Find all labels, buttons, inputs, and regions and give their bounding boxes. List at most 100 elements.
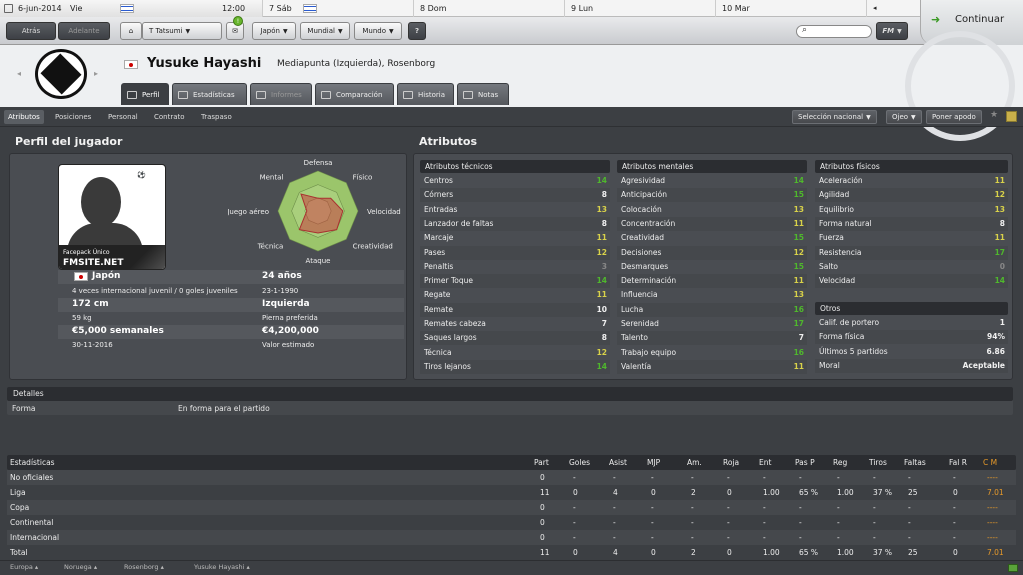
stats-header-cell[interactable]: Part [534,455,549,470]
prev-club-icon[interactable]: ◂ [17,69,21,78]
attribute-row[interactable]: Técnica 12 [420,346,610,360]
nation-name[interactable]: Japón [92,271,120,281]
stats-header-cell[interactable]: Goles [569,455,590,470]
status-icon[interactable] [1008,564,1018,572]
day-cell[interactable]: 7 Sáb [263,0,414,17]
attribute-row[interactable]: Centros 14 [420,174,610,188]
breadcrumb-club[interactable]: Rosenborg ▴ [124,563,164,571]
attribute-row[interactable]: Equilibrio 13 [815,203,1008,217]
national-selection-button[interactable]: Selección nacional ▼ [792,110,877,124]
attribute-row[interactable]: Decisiones 12 [617,245,807,260]
attribute-row[interactable]: Talento 7 [617,331,807,346]
attribute-row[interactable]: Desmarques 15 [617,260,807,274]
attribute-row[interactable]: Agresividad 14 [617,174,807,188]
subnav-personal[interactable]: Personal [104,110,142,124]
attribute-row[interactable]: Aceleración 11 [815,174,1008,188]
forward-button[interactable]: Adelante [58,22,110,40]
attribute-row[interactable]: Calif. de portero 1 [815,316,1008,330]
table-row[interactable]: Internacional 0- - - - - - - - - - - ---- [7,530,1016,545]
fm-menu-button[interactable]: FM ▼ [876,22,908,40]
attribute-row[interactable]: Marcaje 11 [420,231,610,245]
attribute-row[interactable]: Resistencia 17 [815,245,1008,260]
attribute-row[interactable]: Córners 8 [420,188,610,203]
attribute-row[interactable]: Fuerza 11 [815,231,1008,245]
day-cell[interactable]: 10 Mar ◂ ● ▸ [716,0,879,46]
tab-notes[interactable]: Notas [457,83,509,105]
tab-comparison[interactable]: Comparación [315,83,394,105]
attribute-row[interactable]: Forma natural 8 [815,216,1008,231]
attribute-row[interactable]: Penaltis 3 [420,260,610,274]
stats-header-cell[interactable]: Ent [759,455,771,470]
stats-header-cell[interactable]: Am. [687,455,702,470]
attribute-row[interactable]: Valentía 11 [617,359,807,374]
back-button[interactable]: Atrás [6,22,56,40]
attribute-row[interactable]: Entradas 13 [420,203,610,217]
attribute-row[interactable]: Últimos 5 partidos 6.86 [815,345,1008,359]
star-icon[interactable]: ★ [990,110,998,120]
attribute-row[interactable]: Moral Aceptable [815,358,1008,373]
attribute-row[interactable]: Remate 10 [420,302,610,317]
attribute-row[interactable]: Regate 11 [420,288,610,302]
breadcrumb-norway[interactable]: Noruega ▴ [64,563,97,571]
attribute-row[interactable]: Trabajo equipo 16 [617,346,807,360]
subnav-contract[interactable]: Contrato [150,110,189,124]
attribute-row[interactable]: Primer Toque 14 [420,274,610,289]
inbox-button[interactable]: ! ✉ [226,16,244,40]
stats-header-cell[interactable]: Faltas [904,455,926,470]
home-button[interactable]: ⌂ [120,22,142,40]
subnav-transfer[interactable]: Traspaso [197,110,236,124]
tab-profile[interactable]: Perfil [121,83,169,105]
world-cup-menu[interactable]: Mundial ▼ [300,22,350,40]
attribute-row[interactable]: Influencia 13 [617,288,807,302]
stats-header-cell[interactable]: Fal R [949,455,967,470]
edit-icon[interactable] [1006,111,1017,122]
world-menu[interactable]: Mundo ▼ [354,22,402,40]
current-date-cell[interactable]: 6-jun-2014 Vie 12:00 [0,0,263,17]
subnav-positions[interactable]: Posiciones [51,110,95,124]
attribute-row[interactable]: Anticipación 15 [617,188,807,203]
attribute-row[interactable]: Saques largos 8 [420,331,610,346]
stats-header-cell[interactable]: Estadísticas [10,455,55,470]
stats-header-cell[interactable]: Roja [723,455,739,470]
stats-header-cell[interactable]: Tiros [869,455,887,470]
search-input[interactable]: ⌕ [796,25,872,38]
japan-menu[interactable]: Japón ▼ [252,22,296,40]
tab-reports[interactable]: Informes [250,83,312,105]
breadcrumb-europe[interactable]: Europa ▴ [10,563,38,571]
attribute-row[interactable]: Determinación 11 [617,274,807,289]
manager-menu[interactable]: T Tatsumi ▼ [142,22,222,40]
attribute-row[interactable]: Lucha 16 [617,302,807,317]
stats-header-cell[interactable]: Asist [609,455,627,470]
attribute-row[interactable]: Tiros lejanos 14 [420,359,610,374]
scout-button[interactable]: Ojeo ▼ [886,110,922,124]
attribute-row[interactable]: Serenidad 17 [617,317,807,331]
table-row[interactable]: Total 11 0 4 0 2 0 1.00 65 % 1.00 37 % 25 0 7.01 [7,545,1016,560]
breadcrumb-player[interactable]: Yusuke Hayashi ▴ [194,563,250,571]
table-row[interactable]: Continental 0- - - - - - - - - - - ---- [7,515,1016,530]
day-cell[interactable]: 9 Lun [565,0,716,17]
day-cell[interactable]: 8 Dom [414,0,565,17]
attribute-row[interactable]: Lanzador de faltas 8 [420,216,610,231]
table-row[interactable]: Copa 0- - - - - - - - - - - ---- [7,500,1016,515]
attribute-row[interactable]: Forma física 94% [815,330,1008,345]
attribute-row[interactable]: Colocación 13 [617,203,807,217]
help-button[interactable]: ? [408,22,426,40]
subnav-attributes[interactable]: Atributos [4,110,44,124]
club-logo[interactable] [35,49,87,99]
attribute-row[interactable]: Velocidad 14 [815,274,1008,289]
attribute-row[interactable]: Remates cabeza 7 [420,317,610,331]
tab-history[interactable]: Historia [397,83,454,105]
stats-header-cell[interactable]: MJP [647,455,660,470]
tab-stats[interactable]: Estadísticas [172,83,247,105]
attribute-row[interactable]: Concentración 11 [617,216,807,231]
nickname-button[interactable]: Poner apodo [926,110,982,124]
next-club-icon[interactable]: ▸ [94,69,98,78]
attribute-row[interactable]: Salto 0 [815,260,1008,274]
table-row[interactable]: No oficiales 0- - - - - - - - - - - ---- [7,470,1016,485]
attribute-row[interactable]: Creatividad 15 [617,231,807,245]
stats-header-cell[interactable]: C M [983,455,997,470]
stats-header-cell[interactable]: Pas P [795,455,815,470]
table-row[interactable]: Liga 11 0 4 0 2 0 1.00 65 % 1.00 37 % 25 0 7.01 [7,485,1016,500]
attribute-row[interactable]: Pases 12 [420,245,610,260]
stats-header-cell[interactable]: Reg [833,455,847,470]
